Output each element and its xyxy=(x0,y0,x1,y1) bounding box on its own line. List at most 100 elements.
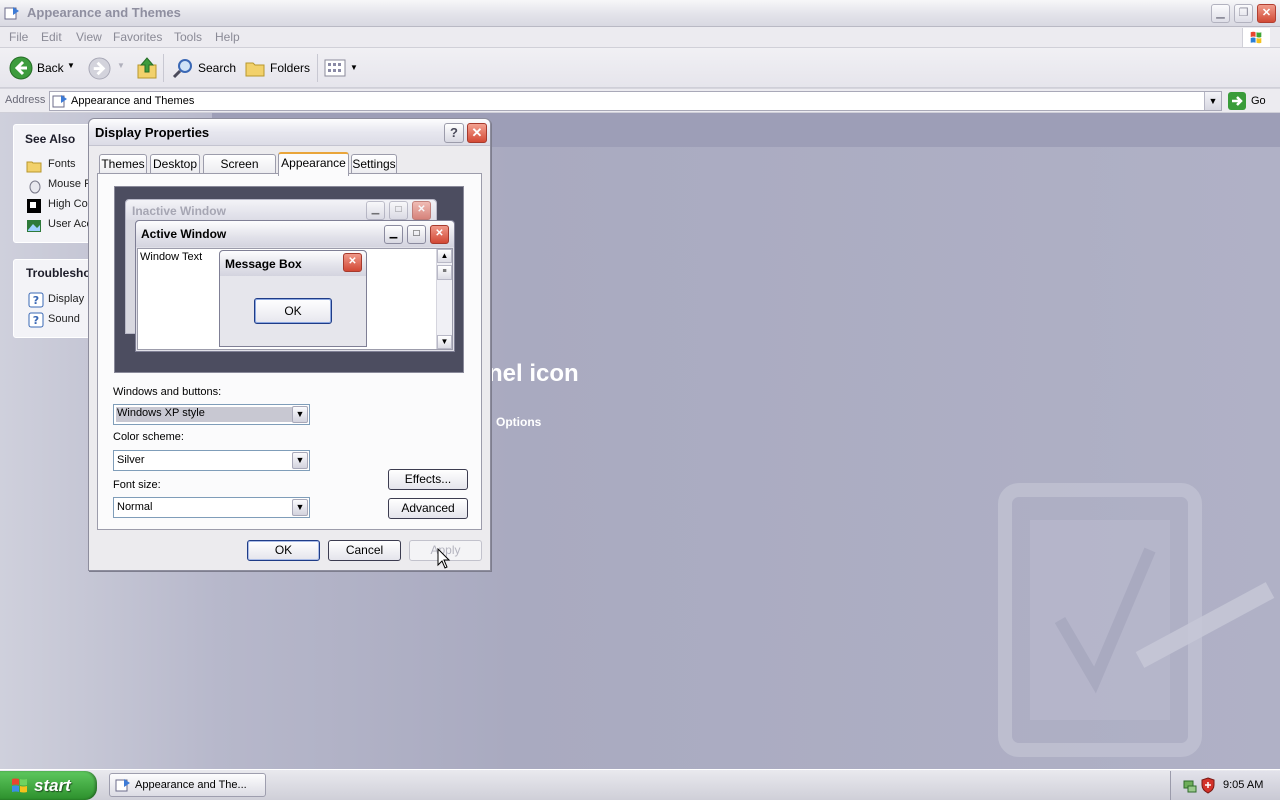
window-titlebar: Appearance and Themes ▁ ❐ ✕ xyxy=(0,0,1280,27)
control-panel-icon xyxy=(115,779,130,792)
up-folder-icon[interactable] xyxy=(136,56,158,80)
preview-client-area: Window Text ▲ ≡ ▼ Message Box ✕ OK xyxy=(137,248,453,350)
preview-scrollbar: ▲ ≡ ▼ xyxy=(436,249,452,349)
back-dropdown-icon[interactable]: ▼ xyxy=(67,61,75,70)
taskbar-button-appearance[interactable]: Appearance and The... xyxy=(109,773,266,797)
color-scheme-select[interactable]: Silver ▼ xyxy=(113,450,310,471)
mouse-icon xyxy=(29,180,41,194)
window-title: Appearance and Themes xyxy=(27,5,181,20)
tab-themes[interactable]: Themes xyxy=(99,154,147,174)
ok-button[interactable]: OK xyxy=(247,540,320,561)
see-also-title: See Also xyxy=(25,132,76,146)
control-panel-icon xyxy=(4,7,19,20)
address-value: Appearance and Themes xyxy=(71,95,195,107)
windows-buttons-value: Windows XP style xyxy=(116,407,292,422)
color-scheme-label: Color scheme: xyxy=(113,431,184,443)
menu-bar: File Edit View Favorites Tools Help xyxy=(0,27,1280,48)
toolbar: Back ▼ ▼ Search Folders ▼ xyxy=(0,48,1280,88)
tab-screen-saver[interactable]: Screen Saver xyxy=(203,154,276,189)
menu-tools[interactable]: Tools xyxy=(174,30,202,44)
network-icon[interactable] xyxy=(1182,778,1198,794)
watermark-checklist-icon xyxy=(998,483,1275,757)
windows-buttons-select[interactable]: Windows XP style ▼ xyxy=(113,404,310,425)
preview-minimize-icon: ▁ xyxy=(366,201,385,220)
preview-window-text: Window Text xyxy=(140,251,203,263)
restore-button[interactable]: ❐ xyxy=(1234,4,1253,23)
preview-maximize-icon: □ xyxy=(389,201,408,220)
search-button[interactable]: Search xyxy=(170,56,236,80)
security-shield-icon[interactable] xyxy=(1200,777,1216,794)
back-label: Back xyxy=(37,61,64,75)
views-button[interactable]: ▼ xyxy=(324,58,358,78)
address-dropdown-icon[interactable]: ▼ xyxy=(1204,92,1221,110)
dialog-close-button[interactable]: ✕ xyxy=(467,123,487,143)
close-button[interactable]: ✕ xyxy=(1257,4,1276,23)
dialog-help-button[interactable]: ? xyxy=(444,123,464,143)
address-field[interactable]: Appearance and Themes ▼ xyxy=(49,91,1222,111)
appearance-preview: Inactive Window ▁ □ ✕ Active Window ▁ □ … xyxy=(114,186,464,373)
fonts-folder-icon xyxy=(26,161,42,173)
chevron-down-icon[interactable]: ▼ xyxy=(292,406,308,423)
preview-active-window: Active Window ▁ □ ✕ Window Text ▲ ≡ ▼ Me… xyxy=(135,220,455,352)
folders-button[interactable]: Folders xyxy=(243,56,310,80)
preview-close-icon: ✕ xyxy=(412,201,431,220)
chevron-down-icon[interactable]: ▼ xyxy=(292,499,308,516)
views-grid-icon xyxy=(324,59,346,77)
start-button[interactable]: start xyxy=(0,771,97,800)
options-link[interactable]: Options xyxy=(496,415,541,429)
cancel-button[interactable]: Cancel xyxy=(328,540,401,561)
display-properties-dialog: Display Properties ? ✕ Themes Desktop Sc… xyxy=(88,118,491,571)
see-also-user-accounts[interactable]: User Acc xyxy=(48,218,92,230)
preview-active-title: Active Window xyxy=(141,227,227,241)
back-button[interactable]: Back xyxy=(6,56,66,80)
go-arrow-icon[interactable] xyxy=(1228,92,1246,110)
font-size-value: Normal xyxy=(117,501,153,513)
tab-appearance[interactable]: Appearance xyxy=(278,152,349,176)
folders-icon xyxy=(245,62,265,77)
menu-file[interactable]: File xyxy=(9,30,28,44)
views-dropdown-icon: ▼ xyxy=(350,63,358,72)
search-label: Search xyxy=(198,61,237,75)
preview-active-titlebar: Active Window ▁ □ ✕ xyxy=(136,221,454,247)
menu-edit[interactable]: Edit xyxy=(41,30,62,44)
taskbar-button-label: Appearance and The... xyxy=(135,779,247,791)
effects-button[interactable]: Effects... xyxy=(388,469,468,490)
font-size-select[interactable]: Normal ▼ xyxy=(113,497,310,518)
windows-buttons-label: Windows and buttons: xyxy=(113,386,222,398)
taskbar: start Appearance and The... 9:05 AM xyxy=(0,769,1280,800)
preview-msgbox-close-icon: ✕ xyxy=(343,253,362,272)
windows-logo-icon xyxy=(12,778,27,793)
back-arrow-icon xyxy=(9,56,33,80)
mouse-cursor-icon xyxy=(437,548,451,569)
see-also-mouse[interactable]: Mouse P xyxy=(48,178,91,190)
tab-settings[interactable]: Settings xyxy=(351,154,397,174)
preview-scroll-thumb: ≡ xyxy=(437,265,452,280)
see-also-high-contrast[interactable]: High Cor xyxy=(48,198,91,210)
user-accounts-icon xyxy=(27,220,41,232)
preview-scroll-up-icon: ▲ xyxy=(437,249,452,263)
see-also-fonts[interactable]: Fonts xyxy=(48,158,76,170)
menu-view[interactable]: View xyxy=(76,30,102,44)
high-contrast-icon xyxy=(27,199,41,213)
windows-logo-icon xyxy=(1242,28,1270,47)
troubleshoot-display[interactable]: Display xyxy=(48,293,84,305)
appearance-tab-panel: Inactive Window ▁ □ ✕ Active Window ▁ □ … xyxy=(97,173,482,530)
forward-arrow-icon[interactable] xyxy=(88,57,111,80)
tab-desktop[interactable]: Desktop xyxy=(150,154,200,174)
go-button[interactable]: Go xyxy=(1251,95,1266,107)
forward-dropdown-icon[interactable]: ▼ xyxy=(117,61,125,70)
minimize-button[interactable]: ▁ xyxy=(1211,4,1230,23)
toolbar-separator xyxy=(163,54,164,82)
menu-help[interactable]: Help xyxy=(215,30,240,44)
system-tray: 9:05 AM xyxy=(1170,771,1280,800)
preview-message-box: Message Box ✕ OK xyxy=(219,250,367,347)
control-panel-icon xyxy=(52,95,67,108)
troubleshoot-sound[interactable]: Sound xyxy=(48,313,80,325)
preview-msgbox-titlebar: Message Box ✕ xyxy=(220,251,366,276)
advanced-button[interactable]: Advanced xyxy=(388,498,468,519)
chevron-down-icon[interactable]: ▼ xyxy=(292,452,308,469)
address-bar: Address Appearance and Themes ▼ Go xyxy=(0,89,1280,113)
menu-favorites[interactable]: Favorites xyxy=(113,30,162,44)
search-icon xyxy=(172,59,192,79)
font-size-label: Font size: xyxy=(113,479,161,491)
